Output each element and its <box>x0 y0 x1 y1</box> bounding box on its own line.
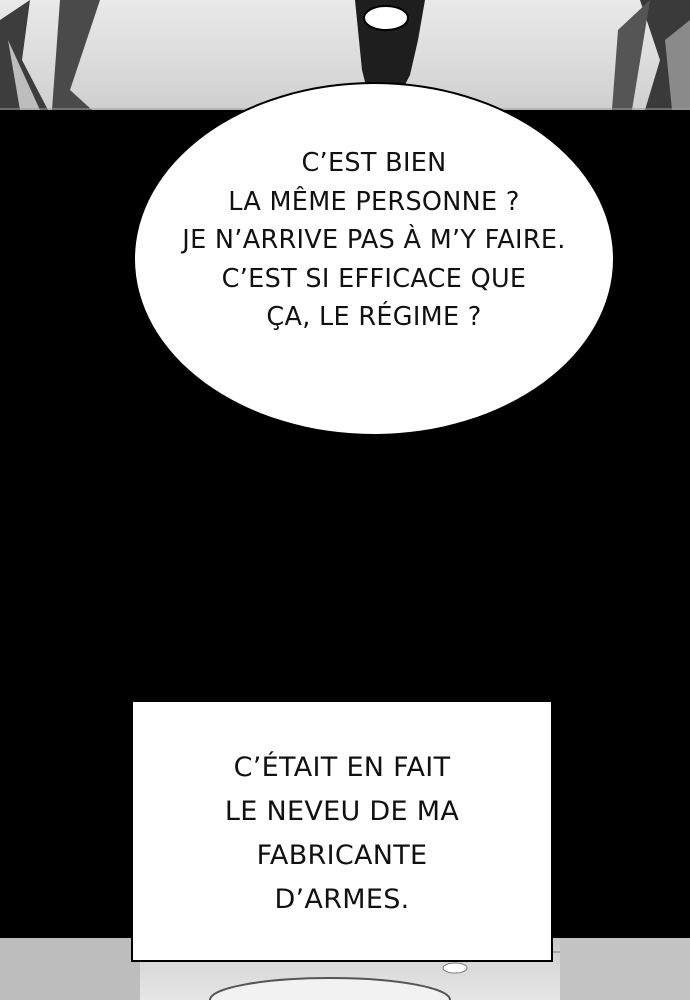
left-spike-shape-2 <box>52 0 100 110</box>
bottom-figure-shape <box>209 977 451 1000</box>
caption-text: C’ÉTAIT EN FAIT LE NEVEU DE MA FABRICANT… <box>131 746 553 922</box>
speech-line-2: LA MÊME PERSONNE ? <box>228 186 520 217</box>
speech-line-4: C’EST SI EFFICACE QUE <box>221 263 527 294</box>
speech-bubble-text: C’EST BIEN LA MÊME PERSONNE ? JE N’ARRIV… <box>133 144 615 337</box>
caption-line-2: LE NEVEU DE MA <box>224 796 460 827</box>
bottom-right-block <box>560 938 690 1000</box>
speech-line-1: C’EST BIEN <box>301 148 447 178</box>
bottom-small-oval <box>442 962 468 974</box>
right-spike-shape-2 <box>612 0 650 110</box>
caption-line-3: FABRICANTE <box>256 840 428 871</box>
center-white-oval <box>363 5 409 31</box>
speech-line-3: JE N’ARRIVE PAS À M’Y FAIRE. <box>182 225 566 255</box>
bottom-left-block <box>0 938 140 1000</box>
caption-line-4: D’ARMES. <box>274 884 410 915</box>
caption-line-1: C’ÉTAIT EN FAIT <box>233 752 451 783</box>
comic-page: C’EST BIEN LA MÊME PERSONNE ? JE N’ARRIV… <box>0 0 690 1000</box>
speech-line-5: ÇA, LE RÉGIME ? <box>266 302 482 332</box>
